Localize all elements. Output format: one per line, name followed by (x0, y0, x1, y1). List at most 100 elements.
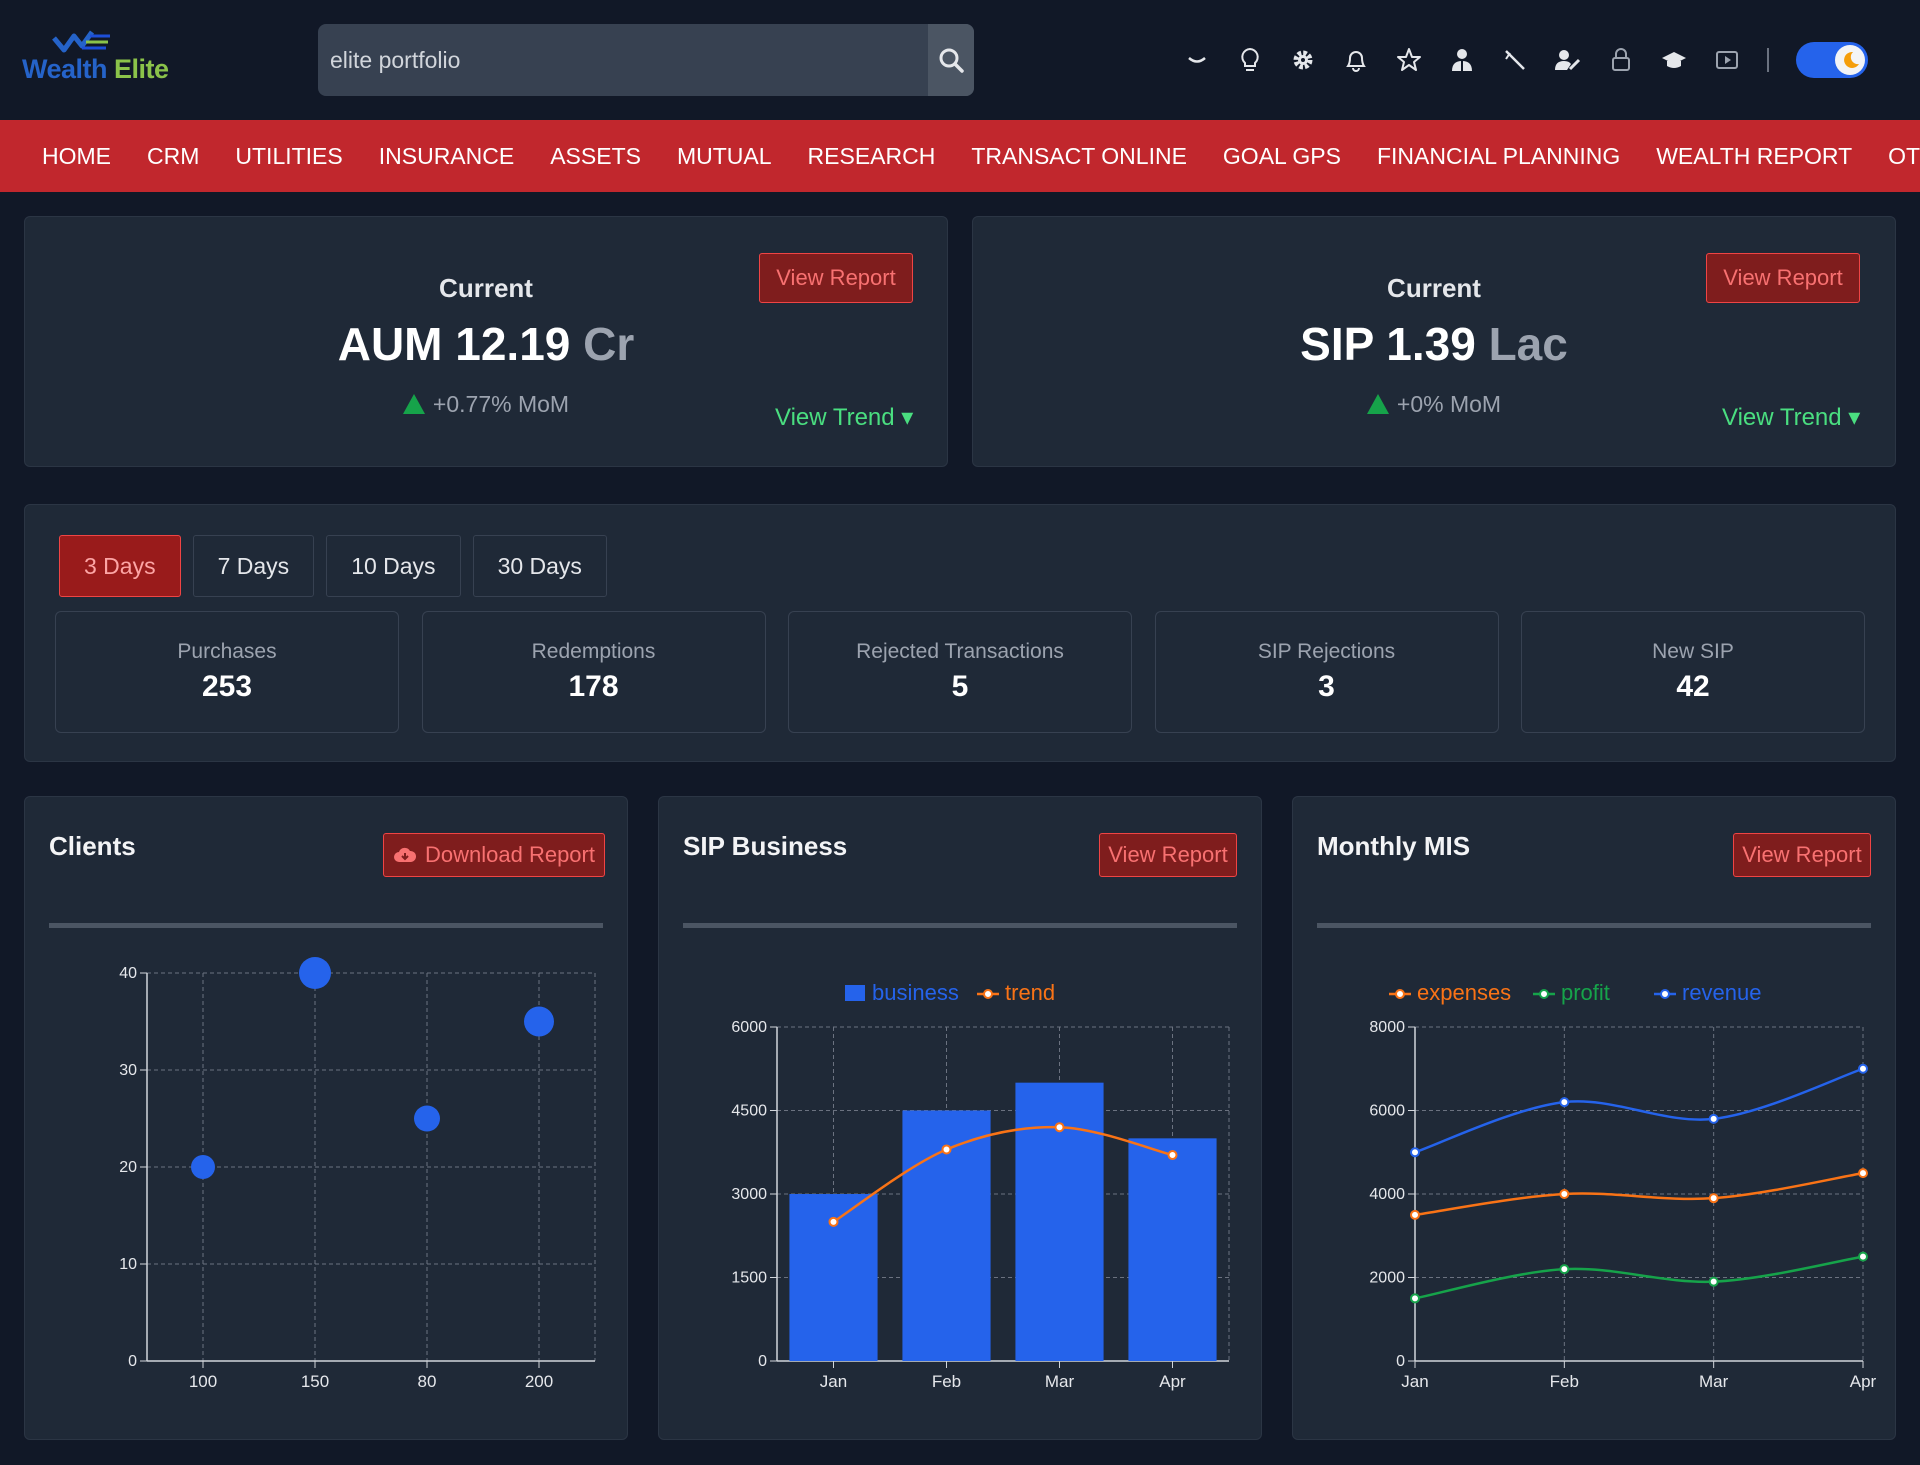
lightbulb-icon[interactable] (1223, 40, 1276, 80)
logo-text-wealth: Wealth (22, 54, 108, 84)
lock-icon[interactable] (1594, 40, 1647, 80)
nav-item-research[interactable]: RESEARCH (790, 143, 954, 170)
tab-10-days[interactable]: 10 Days (326, 535, 461, 597)
series-point-expenses (1858, 1168, 1868, 1179)
video-icon[interactable] (1700, 40, 1753, 80)
stat-value: 253 (201, 670, 253, 703)
scatter-point (299, 957, 331, 989)
nav-item-transact-online[interactable]: TRANSACT ONLINE (953, 143, 1205, 170)
trend-point (941, 1144, 952, 1155)
stat-label: SIP Rejections (1257, 640, 1396, 663)
series-point-profit (1410, 1293, 1420, 1304)
star-icon[interactable] (1382, 40, 1435, 80)
x-tick-label: Mar (1045, 1372, 1075, 1391)
nav-item-wealth-report[interactable]: WEALTH REPORT (1638, 143, 1870, 170)
nav-item-crm[interactable]: CRM (129, 143, 217, 170)
tab-3-days[interactable]: 3 Days (59, 535, 181, 597)
y-tick-label: 10 (119, 1256, 137, 1273)
bell-icon[interactable] (1329, 40, 1382, 80)
x-tick-label: 100 (189, 1372, 217, 1391)
nav-item-home[interactable]: HOME (24, 143, 129, 170)
series-point-revenue (1858, 1063, 1868, 1074)
legend-label-expenses: expenses (1417, 980, 1511, 1005)
aum-unit: Cr (583, 318, 635, 370)
theme-toggle[interactable] (1796, 42, 1868, 78)
sip-value: SIP 1.39 Lac (973, 317, 1895, 371)
gear-icon[interactable] (1276, 40, 1329, 80)
user-edit-icon[interactable] (1541, 40, 1594, 80)
stat-value: 3 (1318, 670, 1335, 703)
y-tick-label: 6000 (1369, 1103, 1405, 1120)
sip-view-report-button[interactable]: View Report (1706, 253, 1860, 303)
nav-item-other[interactable]: OTHER (1870, 143, 1920, 170)
series-point-revenue (1410, 1147, 1420, 1158)
x-tick-label: 150 (301, 1372, 329, 1391)
stat-value: 178 (568, 670, 619, 703)
up-arrow-icon (402, 394, 425, 414)
x-tick-label: Jan (820, 1372, 847, 1391)
y-tick-label: 3000 (731, 1186, 767, 1203)
graduation-cap-icon[interactable] (1647, 40, 1700, 80)
nav-item-financial-planning[interactable]: FINANCIAL PLANNING (1359, 143, 1638, 170)
trend-line (832, 1125, 1173, 1223)
aum-mom-text: +0.77% MoM (432, 391, 570, 417)
nav-item-insurance[interactable]: INSURANCE (361, 143, 532, 170)
trend-point (1167, 1150, 1178, 1161)
legend-swatch-dot-revenue (1660, 989, 1670, 999)
stat-value: 42 (1676, 670, 1710, 703)
stat-sip-rejections[interactable]: SIP Rejections 3 (1154, 611, 1499, 733)
transactions-card: 3 Days 7 Days 10 Days 30 Days Purchases 253 R… (24, 504, 1896, 762)
x-tick-label: Feb (1550, 1372, 1579, 1391)
aum-value: AUM 12.19 Cr (25, 317, 947, 371)
legend-label-business: business (872, 980, 959, 1005)
stat-label: Redemptions (531, 640, 656, 663)
aum-view-trend-button[interactable]: View Trend ▾ (775, 403, 913, 432)
stat-rejected-transactions[interactable]: Rejected Transactions 5 (788, 611, 1132, 733)
x-tick-label: 200 (525, 1372, 553, 1391)
scatter-point (414, 1105, 440, 1132)
nav-item-mutual[interactable]: MUTUAL (659, 143, 790, 170)
stat-purchases[interactable]: Purchases 253 (55, 611, 399, 733)
user-group-icon[interactable] (1435, 40, 1488, 80)
y-tick-label: 0 (1396, 1353, 1405, 1370)
legend-swatch-trend-dot (983, 989, 993, 999)
search-button[interactable] (928, 24, 974, 96)
y-tick-label: 40 (119, 965, 137, 982)
stat-redemptions[interactable]: Redemptions 178 (421, 611, 766, 733)
header-icon-bar (1170, 40, 1789, 80)
x-tick-label: Feb (932, 1372, 961, 1391)
logo-mark-icon (52, 30, 110, 53)
search-input[interactable] (318, 24, 928, 96)
y-tick-label: 6000 (731, 1019, 767, 1036)
stat-new-sip[interactable]: New SIP 42 (1521, 611, 1865, 733)
tab-30-days[interactable]: 30 Days (472, 535, 607, 597)
x-tick-label: 80 (418, 1372, 437, 1391)
x-tick-label: Apr (1159, 1372, 1186, 1391)
stat-value: 5 (951, 670, 969, 703)
nav-item-goal-gps[interactable]: GOAL GPS (1205, 143, 1359, 170)
nav-item-assets[interactable]: ASSETS (532, 143, 659, 170)
main-nav: HOME CRM UTILITIES INSURANCE ASSETS MUTUAL RES… (0, 120, 1920, 192)
legend-swatch-business (845, 985, 865, 1001)
stat-label: Rejected Transactions (856, 640, 1064, 663)
trend-point (828, 1216, 839, 1227)
legend-swatch-dot-profit (1539, 989, 1549, 999)
legend-label-profit: profit (1561, 980, 1610, 1005)
divider (1767, 48, 1769, 72)
tab-7-days[interactable]: 7 Days (192, 535, 315, 597)
sip-view-trend-button[interactable]: View Trend ▾ (1722, 403, 1860, 432)
trend-point (1054, 1122, 1065, 1133)
nav-item-utilities[interactable]: UTILITIES (217, 143, 360, 170)
chevron-down-icon[interactable] (1170, 40, 1223, 80)
y-tick-label: 4500 (731, 1103, 767, 1120)
y-tick-label: 20 (119, 1159, 137, 1176)
sip-amount: SIP 1.39 (1300, 318, 1476, 370)
bar (1128, 1138, 1217, 1361)
x-tick-label: Jan (1401, 1372, 1428, 1391)
pen-icon[interactable] (1488, 40, 1541, 80)
logo[interactable]: Wealth Elite (22, 28, 169, 88)
stat-label: Purchases (177, 640, 277, 663)
aum-view-report-button[interactable]: View Report (759, 253, 913, 303)
moon-icon (1835, 45, 1865, 75)
sip-business-bar-chart: 0 1500 3000 4500 6000 Jan Feb Mar Apr business tre… (731, 980, 1230, 1391)
